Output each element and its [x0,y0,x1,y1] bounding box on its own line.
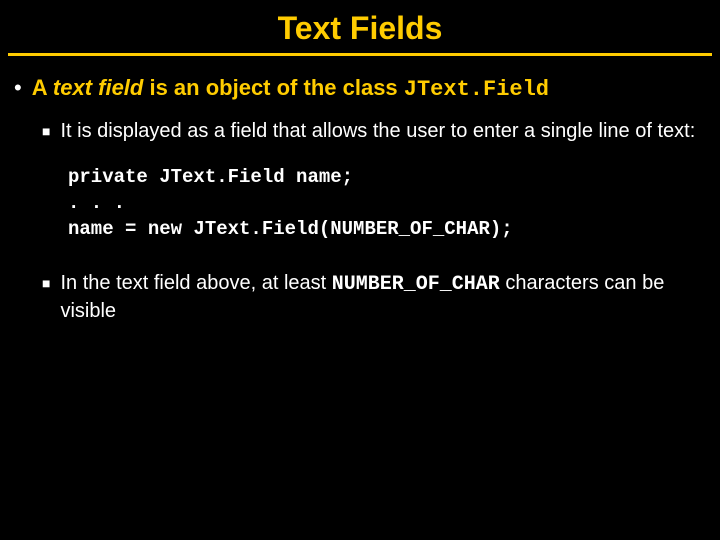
sub1-text: It is displayed as a field that allows t… [60,118,695,144]
title-underline [8,53,712,56]
slide-title: Text Fields [0,0,720,53]
code-line-2: . . . [68,192,125,214]
b1-code: JText.Field [404,77,549,102]
code-block: private JText.Field name; . . . name = n… [68,164,706,242]
bullet-marker-dot: • [14,74,22,102]
bullet-level-2: ■ It is displayed as a field that allows… [42,118,706,144]
bullet1-text: A text field is an object of the class J… [32,74,549,104]
code-line-3: name = new JText.Field(NUMBER_OF_CHAR); [68,218,513,240]
bullet-level-1: • A text field is an object of the class… [14,74,706,104]
code-line-1: private JText.Field name; [68,166,353,188]
sub2-code: NUMBER_OF_CHAR [332,273,500,296]
slide-content: • A text field is an object of the class… [0,74,720,324]
b1-em: text field [53,75,143,100]
sub2-text: In the text field above, at least NUMBER… [60,270,706,324]
bullet-marker-square: ■ [42,118,50,144]
b1-mid: is an object of the class [143,75,403,100]
bullet-marker-square: ■ [42,270,50,296]
sub2-prefix: In the text field above, at least [60,272,331,294]
bullet-level-2: ■ In the text field above, at least NUMB… [42,270,706,324]
b1-prefix: A [32,75,53,100]
